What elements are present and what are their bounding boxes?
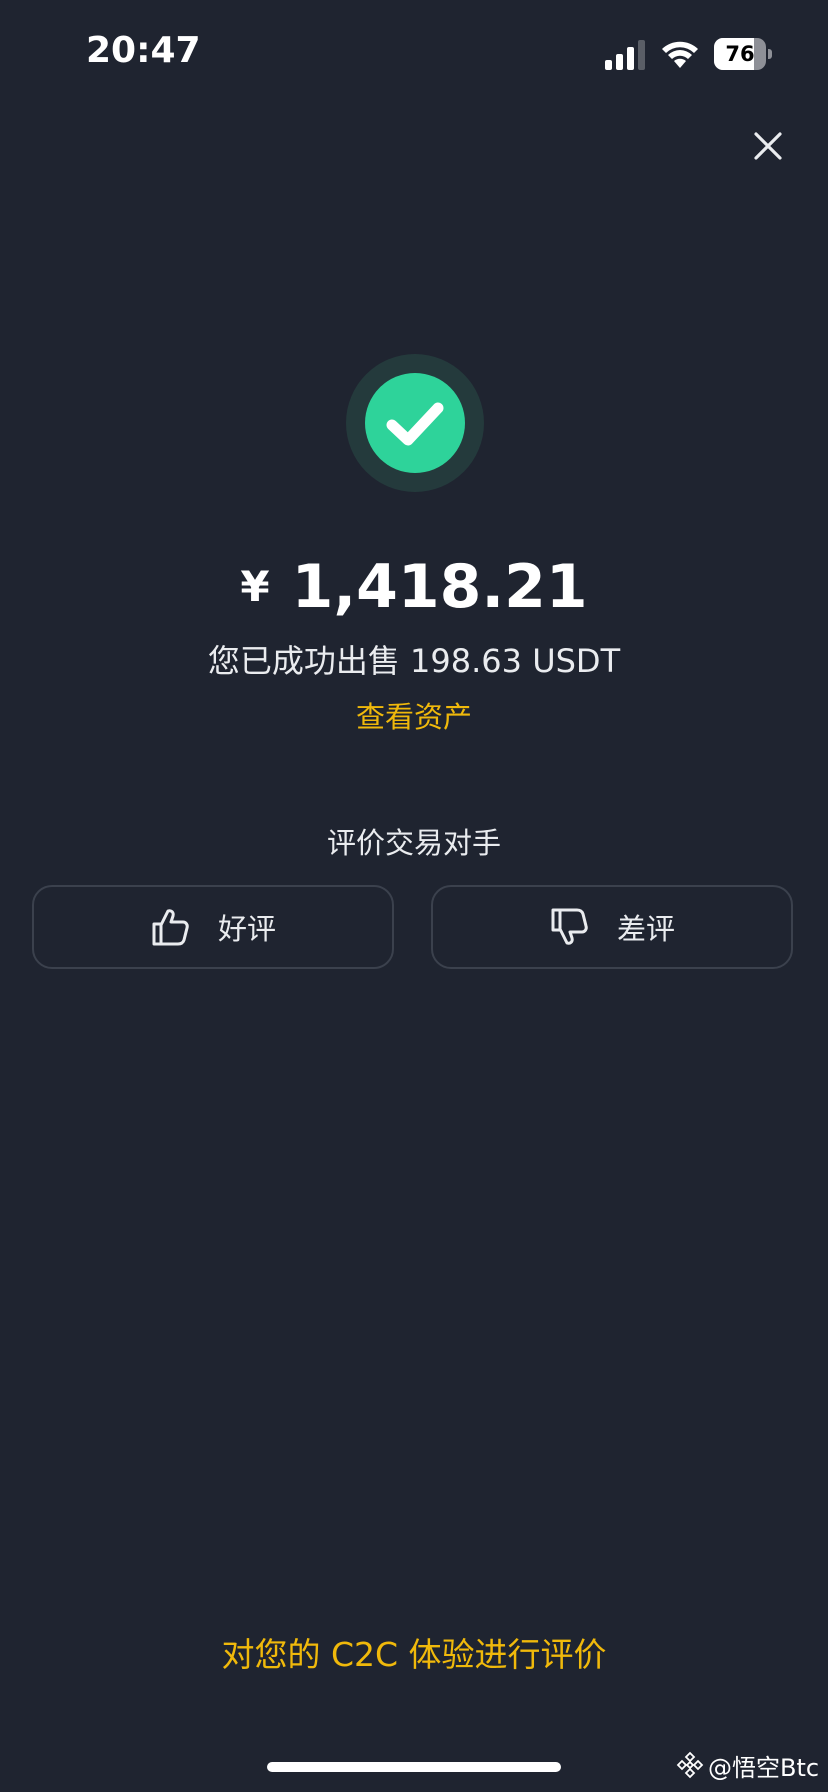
positive-review-label: 好评 xyxy=(217,912,276,946)
binance-logo-icon xyxy=(676,1751,704,1779)
thumbs-down-icon xyxy=(551,908,588,945)
thumbs-up-icon xyxy=(152,909,189,946)
currency-symbol: ¥ xyxy=(240,562,270,611)
battery-indicator: 76 xyxy=(714,38,772,70)
amount-value: 1,418.21 xyxy=(291,552,588,622)
success-check-icon xyxy=(346,354,484,492)
watermark: @悟空Btc xyxy=(676,1748,819,1782)
cellular-signal-icon xyxy=(605,40,645,70)
positive-review-button[interactable]: 好评 xyxy=(32,885,394,969)
rate-c2c-experience-link[interactable]: 对您的 C2C 体验进行评价 xyxy=(0,1628,828,1676)
sold-message: 您已成功出售 198.63 USDT xyxy=(207,642,621,680)
status-bar: 20:47 76 xyxy=(0,0,828,110)
view-assets-link[interactable]: 查看资产 xyxy=(0,694,828,736)
watermark-text: @悟空Btc xyxy=(708,1753,820,1782)
negative-review-label: 差评 xyxy=(616,912,675,946)
close-icon[interactable] xyxy=(744,122,792,170)
battery-level-text: 76 xyxy=(725,42,755,66)
sale-amount: ¥1,418.21 xyxy=(0,552,828,622)
rate-counterparty-title: 评价交易对手 xyxy=(326,826,501,860)
status-time: 20:47 xyxy=(86,30,201,71)
wifi-icon xyxy=(662,41,698,68)
home-indicator[interactable] xyxy=(267,1762,561,1772)
negative-review-button[interactable]: 差评 xyxy=(431,885,793,969)
